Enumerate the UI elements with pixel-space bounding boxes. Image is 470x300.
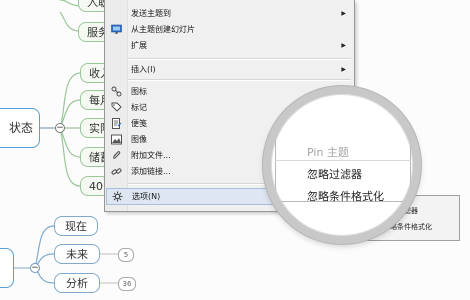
collapse-toggle[interactable]: − [30, 263, 40, 273]
menu-item-label: 标记 [131, 103, 147, 112]
note-icon [112, 118, 122, 129]
submenu-arrow-icon: ▶ [341, 66, 346, 73]
menu-item-extend[interactable]: 扩展 ▶ [106, 38, 353, 53]
magnified-item-pin-topic: Pin 主题 [307, 146, 349, 159]
slideshow-icon [111, 24, 122, 34]
mindmap-main-topic[interactable]: 状态 [0, 108, 40, 148]
menu-separator [128, 58, 351, 60]
mindmap-topic[interactable]: 分析 [54, 273, 100, 293]
menu-item-label: 插入(I) [131, 65, 156, 74]
menu-item-label: 选项(N) [132, 192, 161, 201]
topic-count-badge: 5 [118, 248, 134, 262]
menu-item-label: 便笺 [131, 119, 147, 128]
topic-count-badge: 36 [118, 277, 136, 291]
menu-item-label: 附加文件... [131, 151, 171, 160]
menu-item-create-slideshow[interactable]: 从主题创建幻灯片 [106, 22, 353, 37]
paperclip-icon [113, 151, 121, 159]
collapse-toggle[interactable]: − [55, 123, 65, 133]
mindmap-topic[interactable]: 未来 [54, 244, 100, 264]
magnifier-callout: Pin 主题 忽略过滤器 忽略条件格式化 [263, 86, 421, 244]
menu-item-label: 从主题创建幻灯片 [131, 25, 195, 34]
menu-item-label: 图标 [131, 87, 147, 96]
submenu-arrow-icon: ▶ [341, 42, 346, 49]
mindmap-topic[interactable]: 现在 [54, 216, 98, 236]
menu-item-label: 发送主题到 [131, 9, 171, 18]
tag-icon [111, 102, 122, 112]
gear-icon [112, 191, 123, 202]
menu-item-send-topic[interactable]: 发送主题到 ▶ [106, 6, 353, 21]
magnified-item-ignore-conditional-format[interactable]: 忽略条件格式化 [307, 188, 384, 204]
submenu-arrow-icon: ▶ [341, 10, 346, 17]
magnified-separator [275, 160, 411, 161]
menu-separator [128, 79, 351, 81]
menu-item-label: 扩展 [131, 41, 147, 50]
link-icon [111, 168, 122, 175]
menu-item-insert[interactable]: 插入(I) ▶ [106, 62, 353, 77]
mindmap-main-topic-lower[interactable] [0, 248, 14, 288]
menu-item-label: 添加链接... [131, 167, 171, 176]
application-window: 入职 服务 收入 每月 实际 储蓄 401 状态 − − 现在 未来 分析 5 … [0, 0, 470, 300]
magnified-submenu: Pin 主题 忽略过滤器 忽略条件格式化 [271, 94, 413, 236]
menu-item-label: 图像 [131, 135, 147, 144]
magnified-item-ignore-filter[interactable]: 忽略过滤器 [307, 166, 362, 182]
icon-picker-icon [111, 86, 122, 97]
image-icon [111, 134, 122, 145]
